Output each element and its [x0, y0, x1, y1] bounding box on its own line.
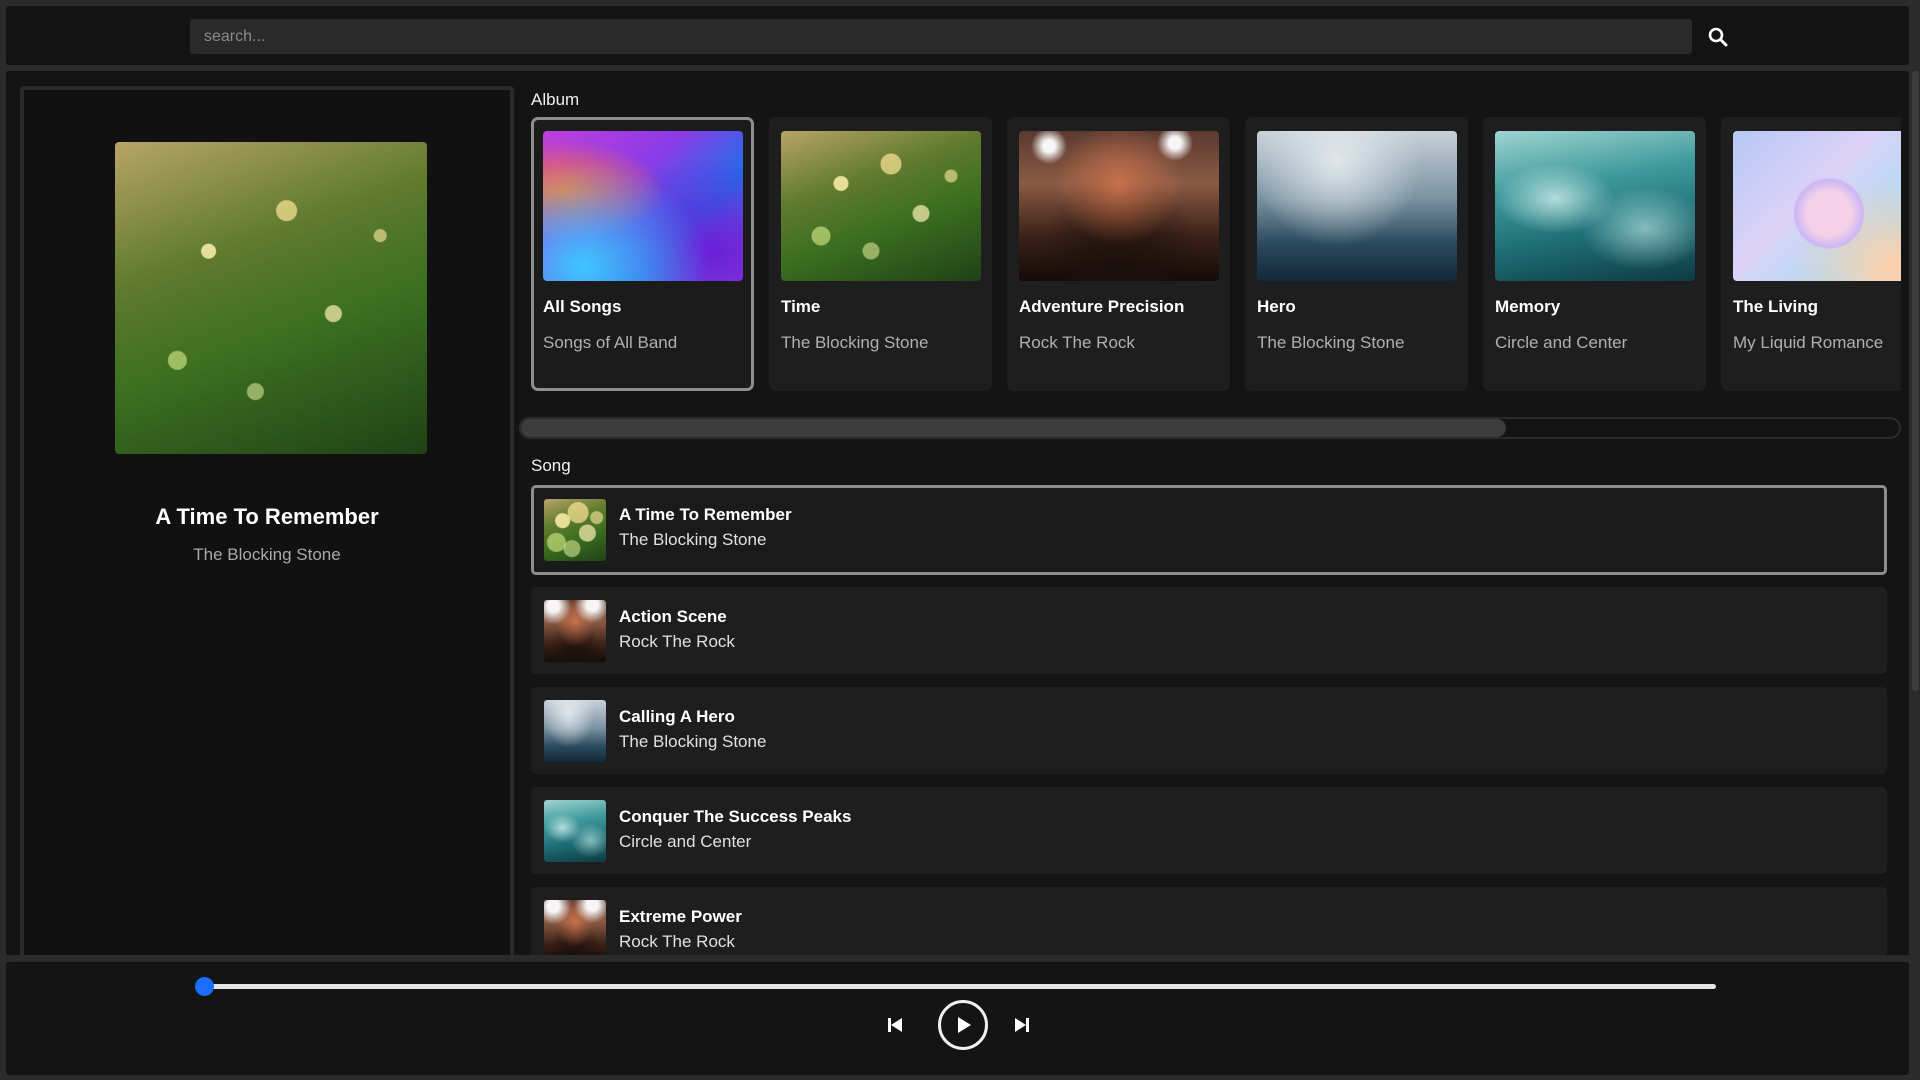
song-thumbnail	[544, 800, 606, 862]
progress-knob[interactable]	[195, 977, 214, 996]
song-title: Calling A Hero	[619, 707, 735, 726]
song-thumbnail	[544, 499, 606, 561]
album-card[interactable]: Time The Blocking Stone	[769, 117, 992, 391]
album-subtitle: Songs of All Band	[543, 333, 678, 352]
song-thumbnail	[544, 600, 606, 662]
page-scrollbar[interactable]	[1911, 71, 1920, 955]
song-row[interactable]: Action Scene Rock The Rock	[531, 587, 1887, 674]
song-title: Conquer The Success Peaks	[619, 807, 852, 826]
album-card[interactable]: Memory Circle and Center	[1483, 117, 1706, 391]
now-playing-artist: The Blocking Stone	[193, 545, 341, 564]
top-bar	[6, 6, 1909, 65]
song-row[interactable]: Calling A Hero The Blocking Stone	[531, 687, 1887, 774]
page-scrollbar-thumb[interactable]	[1912, 71, 1919, 691]
album-cover	[1257, 131, 1457, 281]
album-subtitle: My Liquid Romance	[1733, 333, 1884, 352]
album-title: Hero	[1257, 297, 1296, 316]
song-artist: The Blocking Stone	[619, 732, 767, 751]
play-icon	[958, 1017, 971, 1033]
search-icon	[1708, 27, 1728, 47]
album-card[interactable]: Adventure Precision Rock The Rock	[1007, 117, 1230, 391]
album-cover	[543, 131, 743, 281]
previous-button[interactable]	[882, 1012, 908, 1038]
song-title: A Time To Remember	[619, 505, 792, 524]
song-row[interactable]: Extreme Power Rock The Rock	[531, 887, 1887, 955]
album-card[interactable]: The Living My Liquid Romance	[1721, 117, 1901, 391]
album-card[interactable]: All Songs Songs of All Band	[531, 117, 754, 391]
album-cover	[1495, 131, 1695, 281]
song-thumbnail	[544, 900, 606, 955]
skip-next-icon	[1015, 1018, 1029, 1032]
search-input[interactable]	[190, 19, 1692, 54]
now-playing-panel: A Time To Remember The Blocking Stone	[20, 86, 514, 955]
search-button[interactable]	[1704, 23, 1732, 51]
album-title: All Songs	[543, 297, 622, 316]
now-playing-cover	[115, 142, 427, 454]
song-title: Extreme Power	[619, 907, 742, 926]
play-button[interactable]	[938, 1000, 988, 1050]
song-row[interactable]: A Time To Remember The Blocking Stone	[531, 485, 1887, 575]
album-cover	[1019, 131, 1219, 281]
song-artist: Rock The Rock	[619, 932, 735, 951]
next-button[interactable]	[1009, 1012, 1035, 1038]
album-scrollbar-thumb[interactable]	[521, 419, 1506, 437]
album-title: Adventure Precision	[1019, 297, 1185, 316]
album-subtitle: The Blocking Stone	[781, 333, 929, 352]
player-bar	[6, 962, 1909, 1075]
album-title: Memory	[1495, 297, 1561, 316]
song-artist: Rock The Rock	[619, 632, 735, 651]
album-section-label: Album	[531, 90, 580, 109]
album-subtitle: Rock The Rock	[1019, 333, 1135, 352]
skip-previous-icon	[888, 1018, 902, 1032]
album-title: Time	[781, 297, 821, 316]
album-title: The Living	[1733, 297, 1818, 316]
album-cover	[781, 131, 981, 281]
album-subtitle: Circle and Center	[1495, 333, 1628, 352]
album-cover	[1733, 131, 1901, 281]
song-artist: The Blocking Stone	[619, 530, 767, 549]
album-carousel: All Songs Songs of All Band Time The Blocki…	[531, 117, 1901, 397]
song-section-label: Song	[531, 456, 571, 475]
album-subtitle: The Blocking Stone	[1257, 333, 1405, 352]
progress-track[interactable]	[204, 984, 1716, 989]
main-content: A Time To Remember The Blocking Stone Al…	[6, 71, 1909, 955]
song-row[interactable]: Conquer The Success Peaks Circle and Cent…	[531, 787, 1887, 874]
now-playing-title: A Time To Remember	[155, 504, 379, 529]
music-player-app: A Time To Remember The Blocking Stone Al…	[0, 0, 1920, 1080]
song-list: A Time To Remember The Blocking Stone Acti…	[531, 485, 1891, 955]
song-thumbnail	[544, 700, 606, 762]
song-artist: Circle and Center	[619, 832, 752, 851]
song-title: Action Scene	[619, 607, 727, 626]
album-card[interactable]: Hero The Blocking Stone	[1245, 117, 1468, 391]
album-scrollbar[interactable]	[519, 417, 1901, 439]
